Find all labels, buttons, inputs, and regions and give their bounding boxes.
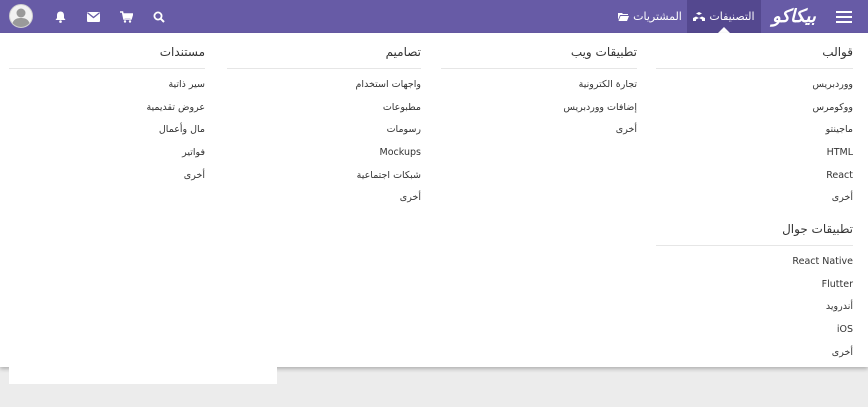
shopping-cart-icon[interactable]: [117, 0, 135, 33]
background-card: [9, 367, 277, 384]
categories-tab[interactable]: التصنيفات: [687, 0, 761, 33]
templates-column: قوالب ووردبريس ووكومرس ماجينتو HTML Reac…: [656, 45, 853, 210]
menu-item-invoices[interactable]: فواتير: [9, 142, 205, 165]
menu-item-print[interactable]: مطبوعات: [227, 97, 421, 120]
menu-item-mobile-other[interactable]: أخرى: [656, 342, 853, 365]
menu-item-business[interactable]: مال وأعمال: [9, 119, 205, 142]
mobile-apps-column: تطبيقات جوال React Native Flutter أندروي…: [656, 222, 853, 364]
search-icon[interactable]: [150, 0, 168, 33]
designs-heading: تصاميم: [227, 45, 421, 69]
purchases-label: المشتريات: [633, 10, 682, 23]
categories-label: التصنيفات: [709, 10, 755, 23]
mobile-apps-heading: تطبيقات جوال: [656, 222, 853, 246]
documents-heading: مستندات: [9, 45, 205, 69]
bell-icon[interactable]: [51, 0, 69, 33]
envelope-icon[interactable]: [84, 0, 102, 33]
menu-item-wp-plugins[interactable]: إضافات ووردبريس: [441, 97, 637, 120]
menu-item-ecommerce[interactable]: تجارة الكترونية: [441, 74, 637, 97]
categories-dropdown: قوالب ووردبريس ووكومرس ماجينتو HTML Reac…: [0, 33, 868, 367]
menu-item-ui[interactable]: واجهات استخدام: [227, 74, 421, 97]
user-avatar[interactable]: [9, 4, 33, 28]
web-apps-heading: تطبيقات ويب: [441, 45, 637, 69]
menu-item-mockups[interactable]: Mockups: [227, 142, 421, 165]
menu-item-web-other[interactable]: أخرى: [441, 119, 637, 142]
designs-column: تصاميم واجهات استخدام مطبوعات رسومات Moc…: [227, 45, 421, 210]
menu-item-resumes[interactable]: سير ذاتية: [9, 74, 205, 97]
documents-column: مستندات سير ذاتية عروض تقديمية مال وأعما…: [9, 45, 205, 187]
menu-item-react-native[interactable]: React Native: [656, 251, 853, 274]
menu-item-react[interactable]: React: [656, 165, 853, 188]
menu-item-templates-other[interactable]: أخرى: [656, 187, 853, 210]
web-apps-column: تطبيقات ويب تجارة الكترونية إضافات ووردب…: [441, 45, 637, 142]
user-avatar-icon: [12, 8, 30, 27]
folder-open-icon: [618, 12, 630, 21]
menu-item-wordpress[interactable]: ووردبريس: [656, 74, 853, 97]
templates-heading: قوالب: [656, 45, 853, 69]
logo-text: بيكاكو: [772, 6, 816, 27]
menu-item-designs-other[interactable]: أخرى: [227, 187, 421, 210]
purchases-link[interactable]: المشتريات: [618, 0, 682, 33]
menu-item-magento[interactable]: ماجينتو: [656, 119, 853, 142]
site-logo[interactable]: بيكاكو: [766, 0, 822, 33]
menu-item-documents-other[interactable]: أخرى: [9, 165, 205, 188]
menu-item-html[interactable]: HTML: [656, 142, 853, 165]
menu-item-social[interactable]: شبكات اجتماعية: [227, 165, 421, 188]
menu-item-graphics[interactable]: رسومات: [227, 119, 421, 142]
menu-item-woocommerce[interactable]: ووكومرس: [656, 97, 853, 120]
menu-item-flutter[interactable]: Flutter: [656, 274, 853, 297]
hamburger-menu-icon[interactable]: [834, 0, 854, 33]
top-navbar: بيكاكو التصنيفات المشتريات: [0, 0, 868, 33]
cubes-icon: [693, 11, 706, 22]
menu-item-presentations[interactable]: عروض تقديمية: [9, 97, 205, 120]
menu-item-ios[interactable]: iOS: [656, 319, 853, 342]
menu-item-android[interactable]: أندرويد: [656, 296, 853, 319]
